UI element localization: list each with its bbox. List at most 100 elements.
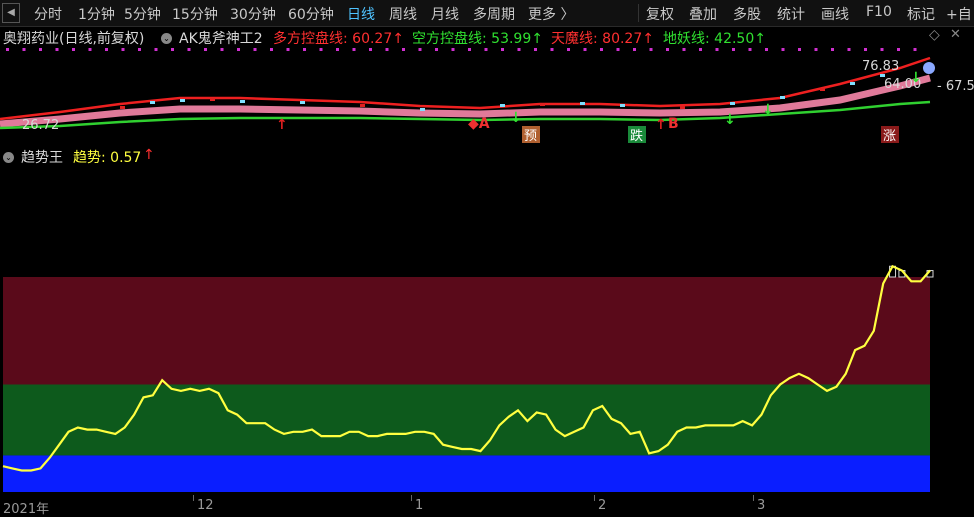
axis-tick — [753, 495, 754, 501]
tab-60min[interactable]: 60分钟 — [288, 4, 334, 24]
dot-marker — [484, 48, 488, 51]
dot-marker — [897, 48, 900, 51]
dot-marker — [715, 48, 719, 51]
candle-mark — [580, 102, 585, 105]
main-indicator-name[interactable]: AK鬼斧神工2 — [179, 28, 263, 48]
price-right-label: - 67.5 — [937, 79, 974, 94]
duofang-line-value: 多方控盘线: 60.27↑ — [273, 31, 404, 47]
dot-marker — [435, 48, 438, 51]
dot-marker — [682, 48, 686, 51]
dot-marker — [204, 48, 207, 51]
candle-mark — [680, 106, 685, 109]
dot-marker — [600, 48, 603, 51]
candle-mark — [210, 98, 215, 101]
tab-monthly[interactable]: 月线 — [431, 4, 459, 24]
dot-marker — [880, 48, 884, 51]
dot-marker — [501, 48, 504, 51]
dot-marker — [154, 48, 158, 51]
dot-marker — [534, 48, 537, 51]
dot-marker — [517, 48, 521, 51]
time-axis: 2021年 12 1 2 3 — [0, 495, 974, 517]
dot-marker — [72, 48, 75, 51]
candle-mark — [120, 106, 125, 109]
trend-king-chart — [2, 264, 934, 492]
tab-15min[interactable]: 15分钟 — [172, 4, 218, 24]
dot-marker — [913, 48, 917, 51]
candle-mark — [420, 108, 425, 111]
tab-more[interactable]: 更多 〉 — [528, 4, 574, 24]
dot-marker — [352, 48, 356, 51]
diyao-line-value: 地妖线: 42.50↑ — [663, 31, 766, 47]
tab-fenshi[interactable]: 分时 — [34, 4, 62, 24]
dot-marker — [220, 48, 224, 51]
candle-mark — [300, 101, 305, 104]
axis-label-jan: 1 — [415, 498, 424, 513]
tianmo-line-value: 天魔线: 80.27↑ — [551, 31, 654, 47]
candle-mark — [360, 104, 365, 107]
draw-line-button[interactable]: 画线 — [821, 4, 849, 24]
dot-marker — [649, 48, 653, 51]
mark-button[interactable]: 标记 — [907, 4, 935, 24]
tab-multi-period[interactable]: 多周期 — [473, 4, 515, 24]
candle-mark — [500, 104, 505, 107]
close-icon[interactable]: ✕ — [950, 27, 961, 42]
dot-marker — [237, 48, 240, 51]
up-arrow-icon: ↑ — [276, 117, 288, 133]
dot-marker — [666, 48, 669, 51]
candle-mark — [780, 96, 785, 99]
dot-marker — [468, 48, 471, 51]
dot-marker — [270, 48, 273, 51]
dot-marker — [319, 48, 323, 51]
candle-mark — [850, 82, 855, 85]
candle-mark — [820, 88, 825, 91]
zone-bottom — [3, 455, 930, 492]
marker-b: B — [668, 116, 679, 132]
tab-30min[interactable]: 30分钟 — [230, 4, 276, 24]
main-price-chart: 76.8364.00- 67.526.72 ↑ ↓ ↑ ↓↓↓◆A B预跌涨 — [0, 48, 974, 144]
tab-1min[interactable]: 1分钟 — [78, 4, 115, 24]
axis-label-mar: 3 — [757, 498, 766, 513]
axis-label-feb: 2 — [598, 498, 607, 513]
prev-arrow-button[interactable]: ◀ — [2, 3, 20, 23]
collapse-diamond-icon[interactable]: ◇ — [929, 27, 940, 43]
down-arrow-icon: ↓ — [724, 112, 736, 128]
kongfang-line-value: 空方控盘线: 53.99↑ — [412, 31, 543, 47]
mascot-icon — [923, 62, 935, 74]
candle-mark — [150, 101, 155, 104]
signal-text: 预 — [524, 129, 537, 144]
price-low-label: 26.72 — [22, 118, 59, 133]
tab-daily[interactable]: 日线 — [347, 4, 375, 24]
dot-marker — [55, 48, 59, 51]
stock-title: 奥翔药业(日线,前复权) — [3, 31, 145, 47]
add-custom-button[interactable]: +自 — [946, 4, 972, 24]
fuquan-button[interactable]: 复权 — [646, 4, 674, 24]
f10-button[interactable]: F10 — [866, 4, 892, 20]
overlay-button[interactable]: 叠加 — [689, 4, 717, 24]
dot-marker — [847, 48, 851, 51]
dot-marker — [187, 48, 191, 51]
dot-marker — [732, 48, 735, 51]
down-arrow-icon: ↓ — [762, 102, 774, 118]
dot-marker — [303, 48, 306, 51]
price-high-label: 76.83 — [862, 59, 899, 74]
sub-indicator-name[interactable]: 趋势王 — [21, 147, 63, 167]
zone-top — [3, 277, 930, 385]
dot-marker — [781, 48, 785, 51]
dot-marker — [171, 48, 174, 51]
statistics-button[interactable]: 统计 — [777, 4, 805, 24]
marker-a: ◆A — [468, 116, 490, 132]
dot-marker — [6, 48, 9, 51]
dot-marker — [138, 48, 141, 51]
multi-stock-button[interactable]: 多股 — [733, 4, 761, 24]
dot-marker — [121, 48, 125, 51]
tab-5min[interactable]: 5分钟 — [124, 4, 161, 24]
dot-marker — [451, 48, 455, 51]
toolbar-divider — [638, 4, 639, 22]
candle-mark — [180, 99, 185, 102]
dot-marker — [39, 48, 42, 51]
candle-mark — [730, 102, 735, 105]
dot-marker — [402, 48, 405, 51]
dot-marker — [253, 48, 257, 51]
up-arrow-icon: ↑ — [655, 117, 667, 133]
tab-weekly[interactable]: 周线 — [389, 4, 417, 24]
